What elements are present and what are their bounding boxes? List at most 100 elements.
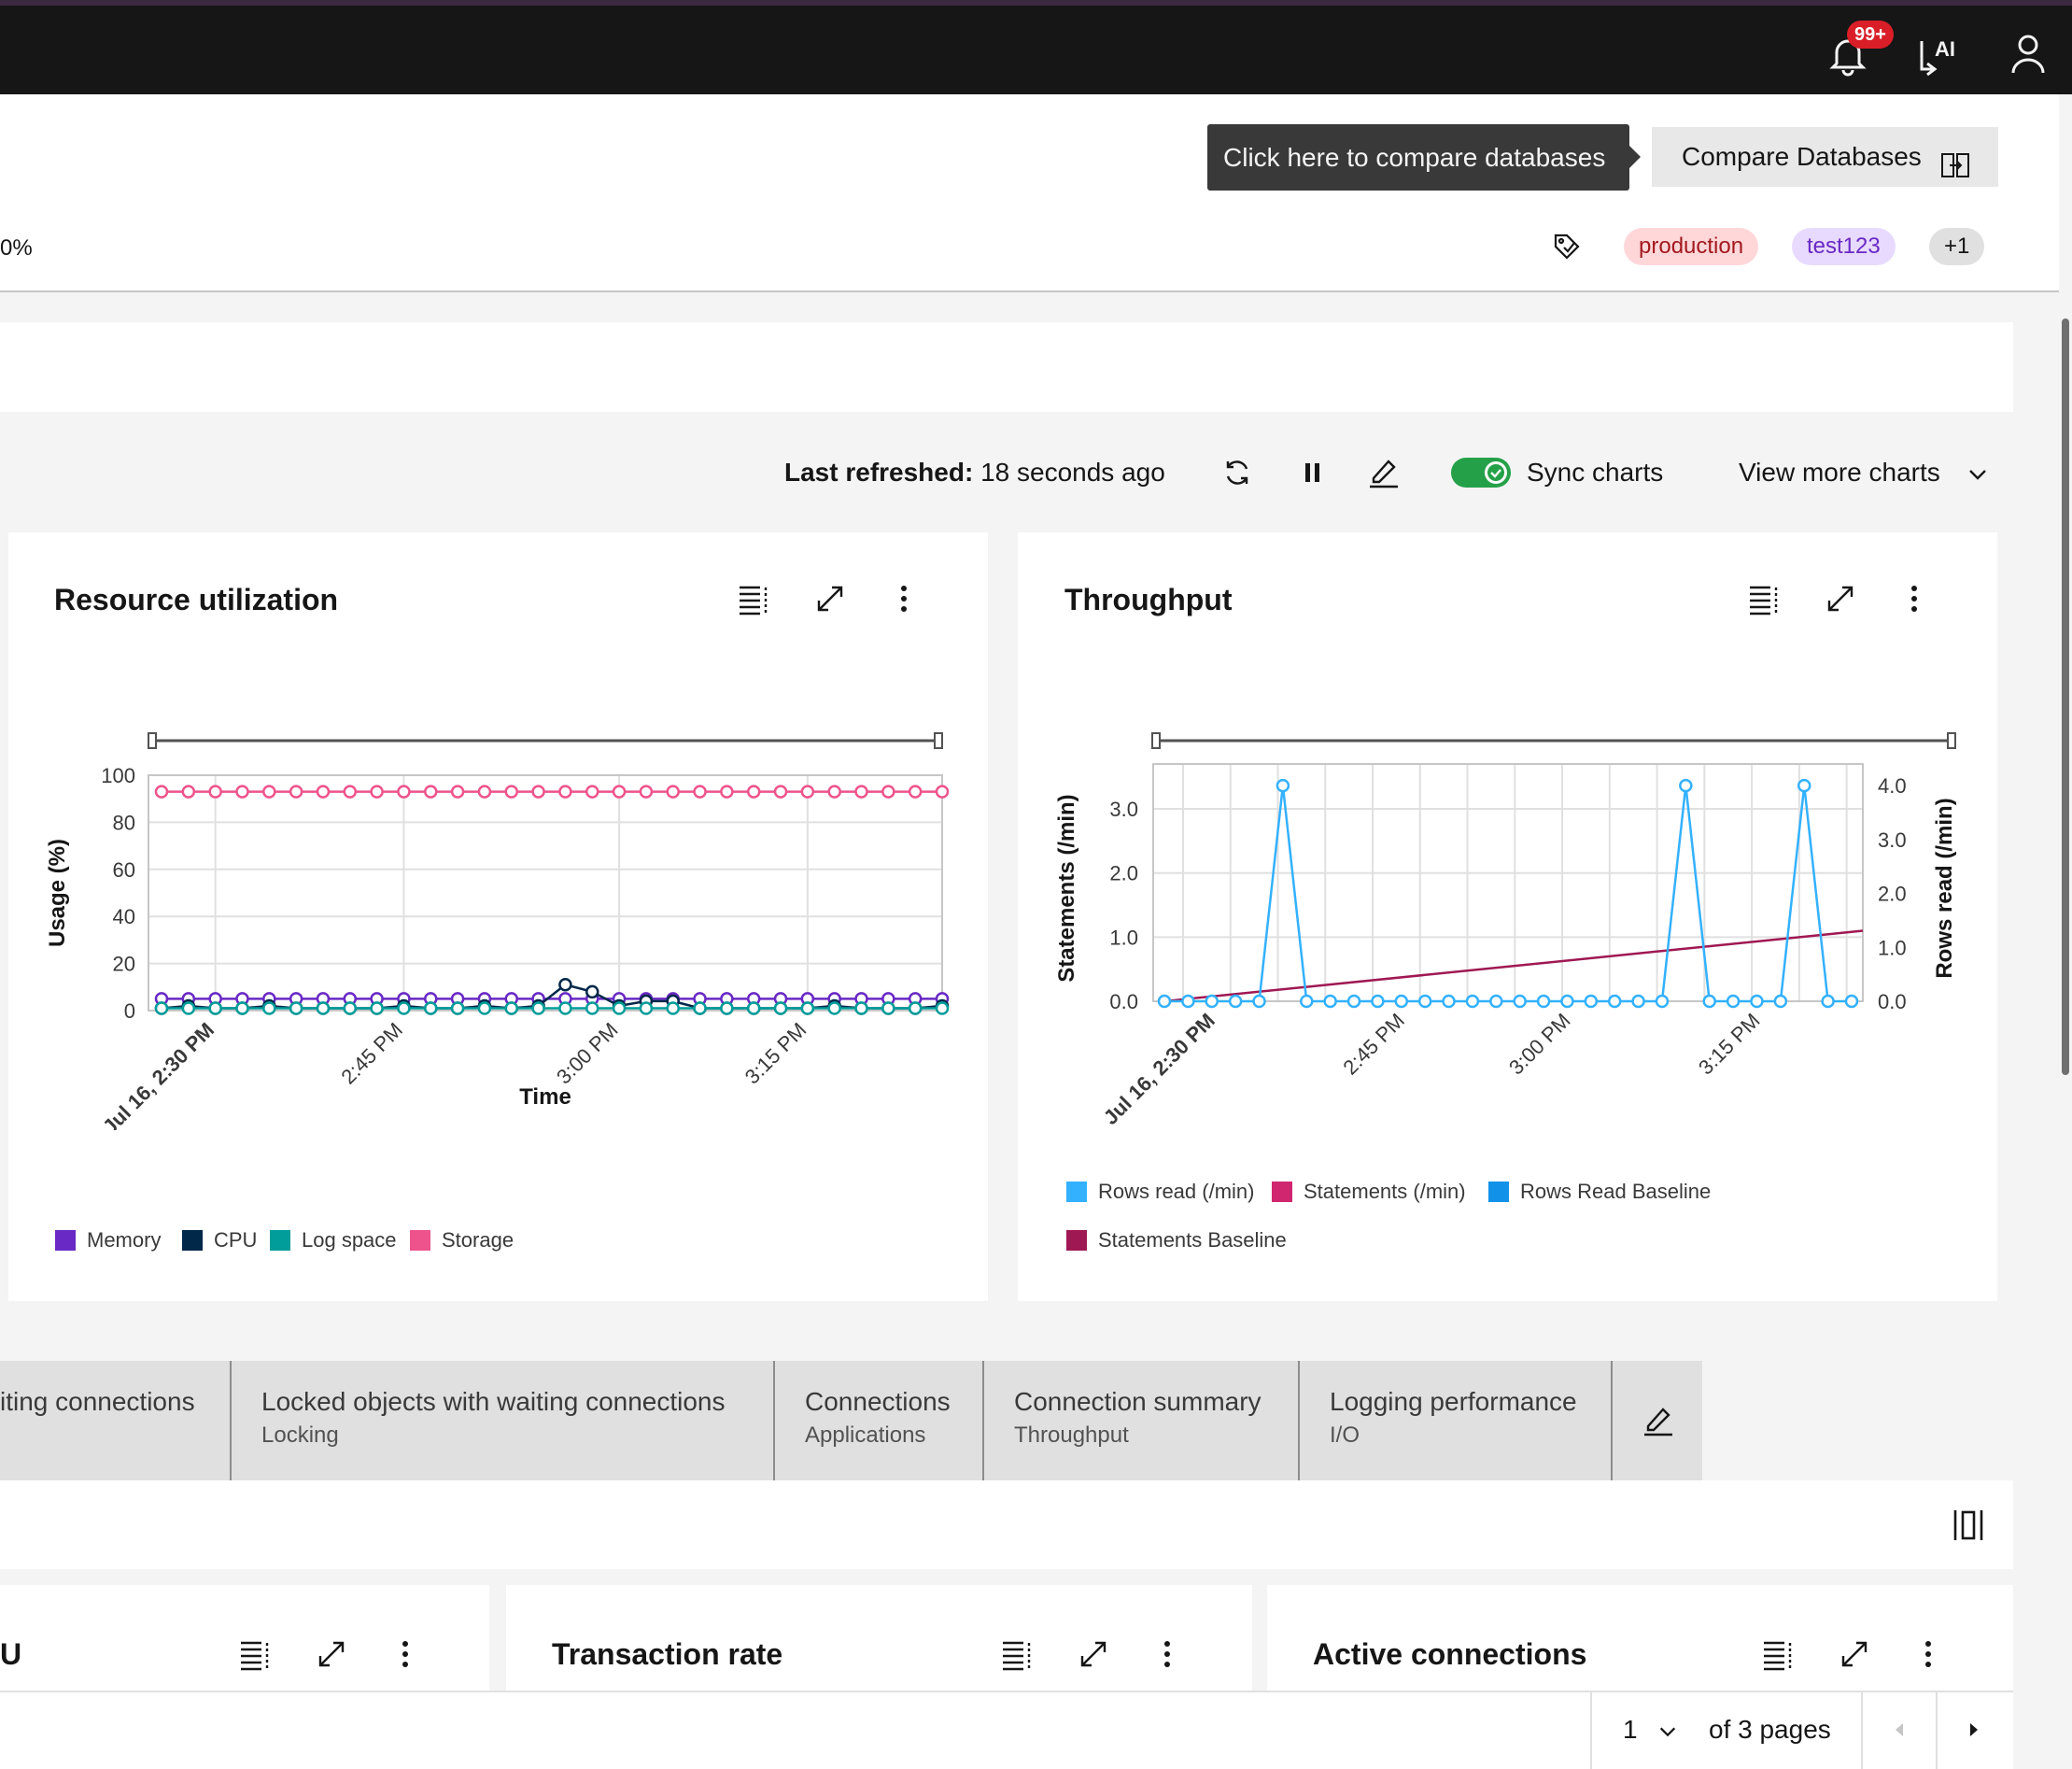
user-profile-icon[interactable] [2006, 32, 2051, 77]
data-point [397, 785, 411, 799]
cpu-card: U [0, 1585, 489, 1691]
statements-baseline-line [1163, 929, 1864, 1003]
data-point [935, 1001, 950, 1015]
data-point [666, 785, 680, 799]
expand-icon[interactable] [1077, 1637, 1114, 1675]
ai-assistant-icon[interactable]: AI [1916, 32, 1961, 77]
legend-cpu[interactable]: CPU [182, 1228, 257, 1252]
resource-utilization-chart: 0 20 40 60 80 100 Jul 16, 2:30 PM 2:45 PM 3:00 P… [45, 732, 950, 1130]
table-view-icon[interactable] [1762, 1637, 1799, 1675]
legend-label: Rows Read Baseline [1520, 1180, 1712, 1203]
data-point [1417, 994, 1432, 1009]
legend-label: Memory [87, 1228, 162, 1252]
card-title: Resource utilization [54, 583, 339, 616]
active-connections-card: Active connections [1267, 1585, 2013, 1691]
tab-title: iting connections [0, 1387, 195, 1416]
tab-subtitle: Throughput [1014, 1422, 1129, 1448]
table-view-icon[interactable] [1001, 1637, 1038, 1675]
legend-rows-read-baseline[interactable]: Rows Read Baseline [1488, 1180, 1711, 1204]
tab-logging-performance[interactable]: Logging performance I/O [1300, 1361, 1613, 1480]
table-view-icon[interactable] [239, 1637, 276, 1675]
legend-statements-baseline[interactable]: Statements Baseline [1066, 1228, 1287, 1252]
data-point [1607, 994, 1622, 1009]
data-point [343, 785, 358, 799]
expand-icon[interactable] [315, 1637, 352, 1675]
last-refreshed-value: 18 seconds ago [980, 458, 1165, 487]
compare-databases-button[interactable]: Compare Databases [1652, 127, 1998, 187]
tab-subtitle: Applications [805, 1422, 926, 1448]
data-point [289, 785, 303, 799]
data-point [1844, 994, 1859, 1009]
legend-swatch [55, 1230, 76, 1251]
expand-icon[interactable] [1824, 582, 1861, 619]
data-point [558, 978, 572, 992]
tab-connection-summary[interactable]: Connection summary Throughput [984, 1361, 1300, 1480]
series-line [1164, 785, 1852, 1003]
column-settings-icon[interactable] [1950, 1507, 1987, 1549]
data-point [531, 1001, 545, 1015]
scrollbar-track[interactable] [2059, 94, 2072, 1769]
y-tick-label: 60 [113, 858, 135, 882]
data-point [504, 785, 519, 799]
overflow-menu-icon[interactable] [1911, 1637, 1949, 1675]
data-point [720, 1001, 734, 1015]
legend-storage[interactable]: Storage [410, 1228, 514, 1252]
data-point [908, 785, 923, 799]
legend-statements[interactable]: Statements (/min) [1272, 1180, 1466, 1204]
tab-title: Connections [805, 1387, 951, 1416]
table-view-icon[interactable] [738, 582, 775, 619]
data-point [316, 785, 331, 799]
data-point [316, 1001, 331, 1015]
data-point [477, 785, 492, 799]
pause-icon[interactable] [1296, 456, 1330, 494]
expand-icon[interactable] [813, 582, 851, 619]
overflow-menu-icon[interactable] [887, 582, 924, 619]
legend-label: Statements (/min) [1304, 1180, 1466, 1203]
tag-more[interactable]: +1 [1929, 228, 1985, 265]
transaction-rate-card: Transaction rate [506, 1585, 1252, 1691]
scrollbar-thumb[interactable] [2062, 318, 2069, 1075]
data-point [1276, 778, 1290, 793]
data-point [1465, 994, 1480, 1009]
legend-memory[interactable]: Memory [55, 1228, 161, 1252]
card-title: Active connections [1313, 1637, 1587, 1671]
x-tick-label: 3:15 PM [1694, 1009, 1765, 1080]
sync-charts-toggle[interactable] [1451, 458, 1511, 488]
page-select[interactable]: 1 [1623, 1715, 1678, 1745]
tag-production: production [1624, 228, 1759, 265]
tab-connections[interactable]: Connections Applications [775, 1361, 984, 1480]
refresh-icon[interactable] [1220, 456, 1254, 494]
divider [1936, 1692, 1938, 1769]
edit-tabs-button[interactable] [1613, 1361, 1702, 1480]
next-page-icon[interactable] [1963, 1719, 1985, 1746]
table-view-icon[interactable] [1748, 582, 1785, 619]
data-point [370, 785, 384, 799]
pagination-bar: 1 of 3 pages [0, 1691, 2013, 1769]
tab-title: Logging performance [1330, 1387, 1577, 1416]
tab-waiting-connections[interactable]: iting connections [0, 1361, 232, 1480]
y-tick-label: 20 [113, 953, 135, 976]
overflow-menu-icon[interactable] [1150, 1637, 1188, 1675]
view-more-charts-label: View more charts [1739, 458, 1940, 487]
view-more-charts-dropdown[interactable]: View more charts [1739, 456, 1989, 489]
tag-test123: test123 [1792, 228, 1896, 265]
data-point [612, 1001, 627, 1015]
tab-title: Locked objects with waiting connections [261, 1387, 726, 1416]
overflow-menu-icon[interactable] [1897, 582, 1935, 619]
y2-tick-label: 1.0 [1878, 936, 1907, 959]
data-point [504, 1001, 519, 1015]
data-point [558, 1001, 572, 1015]
overflow-menu-icon[interactable] [388, 1637, 426, 1675]
legend-rows-read[interactable]: Rows read (/min) [1066, 1180, 1254, 1204]
tag-edit-icon[interactable] [1552, 232, 1582, 266]
range-slider-handle [148, 732, 157, 749]
previous-page-icon[interactable] [1888, 1719, 1910, 1746]
data-point [1821, 994, 1835, 1009]
tab-locked-objects[interactable]: Locked objects with waiting connections … [232, 1361, 775, 1480]
expand-icon[interactable] [1838, 1637, 1875, 1675]
range-slider-handle [934, 732, 943, 749]
range-slider-handle [1947, 732, 1956, 749]
legend-log-space[interactable]: Log space [270, 1228, 397, 1252]
data-point [208, 1001, 222, 1015]
edit-icon[interactable] [1366, 454, 1402, 494]
